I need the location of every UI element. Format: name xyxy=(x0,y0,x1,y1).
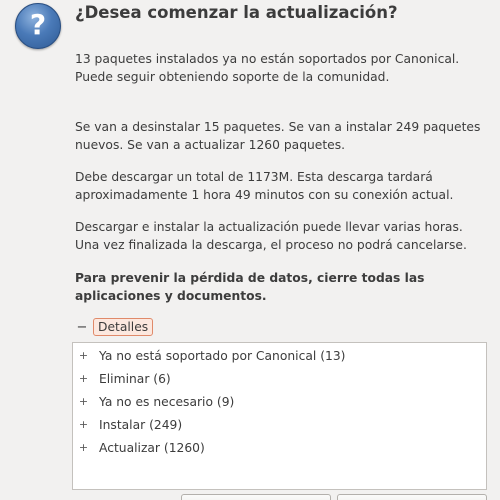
tree-row-label: Ya no está soportado por Canonical (13) xyxy=(99,348,346,363)
tree-row-label: Instalar (249) xyxy=(99,417,183,432)
package-changes-text: Se van a desinstalar 15 paquetes. Se van… xyxy=(75,120,481,152)
upgrade-dialog: ? ¿Desea comenzar la actualización? 13 p… xyxy=(0,0,500,500)
tree-row-remove[interactable]: + Eliminar (6) xyxy=(73,367,171,390)
details-tree[interactable]: + Ya no está soportado por Canonical (13… xyxy=(72,342,487,490)
expand-icon[interactable]: + xyxy=(78,350,89,361)
start-upgrade-button[interactable] xyxy=(337,494,487,500)
tree-row-label: Eliminar (6) xyxy=(99,371,171,386)
details-label[interactable]: Detalles xyxy=(93,318,154,336)
expand-icon[interactable]: + xyxy=(78,373,89,384)
expand-icon[interactable]: + xyxy=(78,396,89,407)
tree-row-unsupported[interactable]: + Ya no está soportado por Canonical (13… xyxy=(73,344,346,367)
expand-icon[interactable]: + xyxy=(78,419,89,430)
expand-icon[interactable]: + xyxy=(78,442,89,453)
data-loss-warning: Para prevenir la pérdida de datos, cierr… xyxy=(75,271,425,303)
collapse-icon[interactable]: − xyxy=(75,320,89,335)
tree-row-label: Actualizar (1260) xyxy=(99,440,205,455)
tree-row-install[interactable]: + Instalar (249) xyxy=(73,413,182,436)
duration-warning-text: Descargar e instalar la actualización pu… xyxy=(75,220,467,252)
unsupported-packages-text: 13 paquetes instalados ya no están sopor… xyxy=(75,52,460,84)
dialog-title: ¿Desea comenzar la actualización? xyxy=(75,3,398,22)
download-size-text: Debe descargar un total de 1173M. Esta d… xyxy=(75,170,454,202)
details-expander[interactable]: − Detalles xyxy=(75,316,154,338)
tree-row-upgrade[interactable]: + Actualizar (1260) xyxy=(73,436,205,459)
tree-row-label: Ya no es necesario (9) xyxy=(99,394,235,409)
cancel-upgrade-button[interactable] xyxy=(181,494,331,500)
question-icon: ? xyxy=(15,3,61,49)
tree-row-no-longer-needed[interactable]: + Ya no es necesario (9) xyxy=(73,390,234,413)
